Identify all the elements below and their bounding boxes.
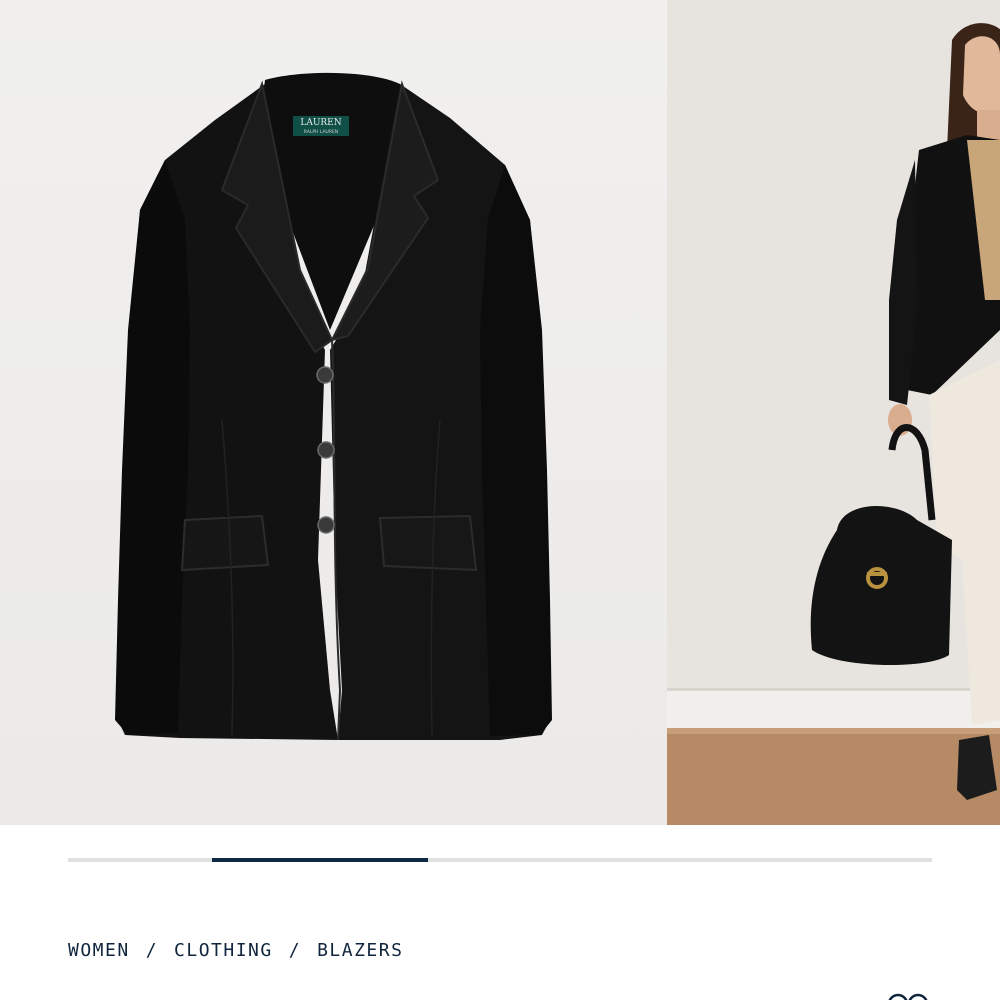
breadcrumb-women[interactable]: WOMEN [68, 940, 130, 961]
glasses-icon[interactable] [884, 992, 932, 1000]
breadcrumb-blazers[interactable]: BLAZERS [317, 940, 403, 961]
brand-label-subtext: RALPH LAUREN [304, 129, 338, 135]
blazer-illustration: LAUREN RALPH LAUREN [0, 0, 667, 825]
product-image-model[interactable] [667, 0, 1000, 825]
product-image-carousel[interactable]: LAUREN RALPH LAUREN [0, 0, 1000, 825]
brand-label-text: LAUREN [300, 118, 341, 128]
model-illustration [667, 0, 1000, 825]
breadcrumb-clothing[interactable]: CLOTHING [174, 940, 273, 961]
carousel-progress-track[interactable] [68, 858, 932, 862]
breadcrumb: WOMEN / CLOTHING / BLAZERS [68, 940, 403, 961]
carousel-progress-thumb[interactable] [211, 858, 428, 862]
breadcrumb-separator: / [288, 940, 302, 961]
product-image-main[interactable]: LAUREN RALPH LAUREN [0, 0, 667, 825]
breadcrumb-separator: / [145, 940, 159, 961]
product-page: LAUREN RALPH LAUREN WOMEN / CLOTHING / B… [0, 0, 1000, 1000]
